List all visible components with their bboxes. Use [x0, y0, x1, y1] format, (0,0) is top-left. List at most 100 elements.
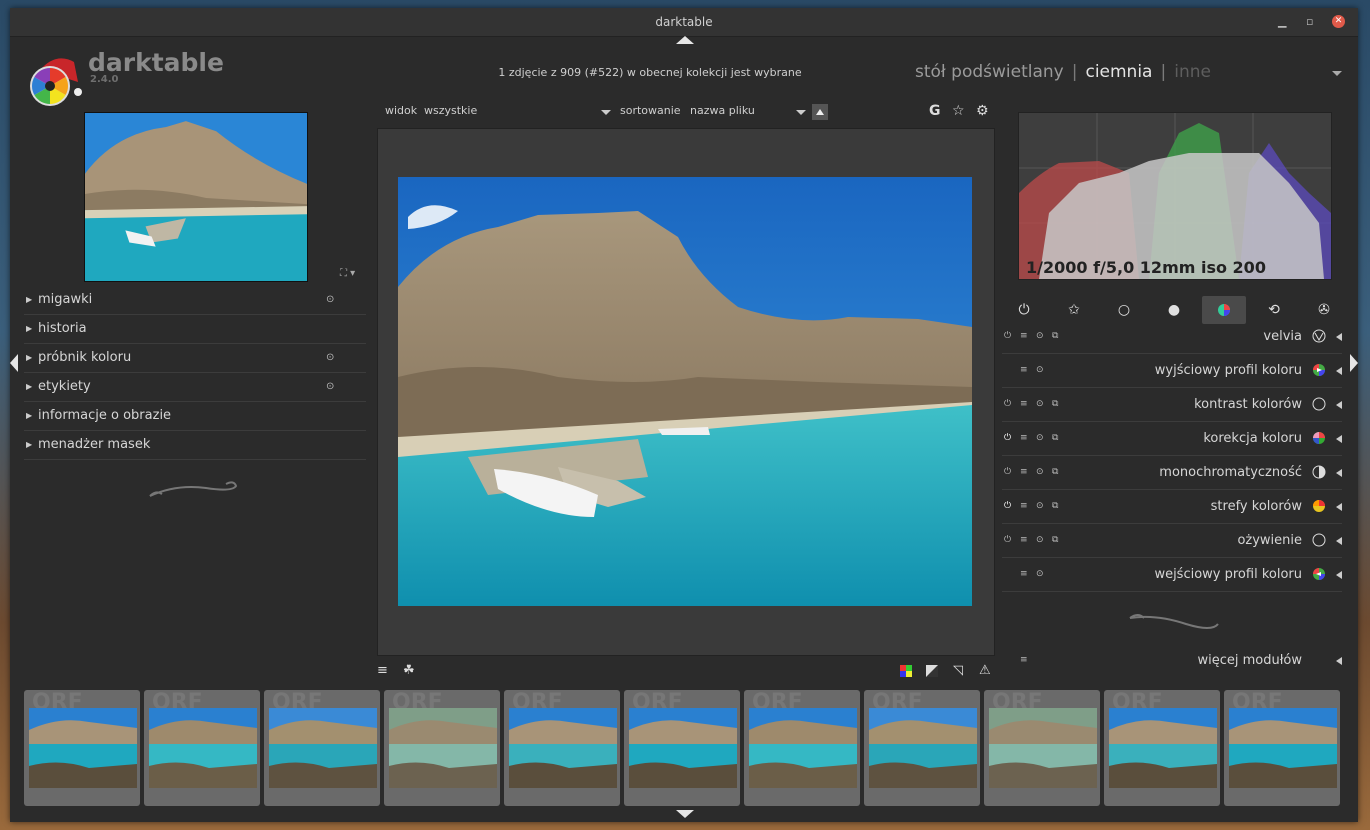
- module-input-color-profile[interactable]: ≡ ⊙ wejściowy profil koloru: [1002, 558, 1342, 592]
- reset-icon[interactable]: ⊙: [1036, 490, 1044, 523]
- multi-instance-icon[interactable]: ≡: [1020, 456, 1028, 489]
- expand-arrow-icon[interactable]: [1336, 503, 1342, 511]
- zoom-fit-icon[interactable]: ⛶ ▾: [340, 268, 355, 279]
- power-icon[interactable]: ⏻: [1004, 422, 1011, 455]
- expand-arrow-icon[interactable]: [1336, 657, 1342, 665]
- collapse-top-panel-icon[interactable]: [676, 36, 694, 44]
- reset-icon[interactable]: ⊙: [1036, 456, 1044, 489]
- more-modules[interactable]: ≡ więcej modułów: [1002, 644, 1342, 677]
- view-filter-dropdown-icon[interactable]: [601, 110, 611, 115]
- module-snapshots[interactable]: ▶ migawki ⊙: [24, 286, 366, 315]
- reset-icon[interactable]: ⊙: [1036, 422, 1044, 455]
- module-label: historia: [38, 321, 87, 336]
- power-icon[interactable]: ⏻: [1004, 456, 1011, 489]
- minimize-icon[interactable]: ▁: [1278, 8, 1286, 36]
- module-color-zones[interactable]: ⏻ ≡ ⊙ ⧉ strefy kolorów: [1002, 490, 1342, 524]
- power-icon[interactable]: ⏻: [1004, 490, 1011, 523]
- sort-dropdown-icon[interactable]: [796, 110, 806, 115]
- reset-icon[interactable]: ⊙: [1036, 354, 1044, 387]
- presets-icon[interactable]: ⧉: [1052, 490, 1058, 523]
- multi-instance-icon[interactable]: ≡: [1020, 354, 1028, 387]
- view-other[interactable]: inne: [1174, 62, 1211, 82]
- multi-instance-icon[interactable]: ≡: [1020, 388, 1028, 421]
- presets-icon[interactable]: ⊙: [326, 286, 334, 314]
- raw-overexposed-icon[interactable]: ⚠: [979, 663, 991, 678]
- main-image[interactable]: [398, 177, 972, 606]
- power-icon[interactable]: ⏻: [1004, 320, 1011, 353]
- more-modules-label: więcej modułów: [1197, 653, 1302, 668]
- module-tagging[interactable]: ▶ etykiety ⊙: [24, 373, 366, 402]
- views-dropdown-icon[interactable]: [1332, 71, 1342, 76]
- presets-icon[interactable]: ⧉: [1052, 320, 1058, 353]
- module-mask-manager[interactable]: ▶ menadżer masek: [24, 431, 366, 460]
- presets-menu-icon[interactable]: ≡: [377, 663, 388, 678]
- module-color-correction[interactable]: ⏻ ≡ ⊙ ⧉ korekcja koloru: [1002, 422, 1342, 456]
- module-monochrome[interactable]: ⏻ ≡ ⊙ ⧉ monochromatyczność: [1002, 456, 1342, 490]
- reset-icon[interactable]: ⊙: [1036, 524, 1044, 557]
- reset-icon[interactable]: ⊙: [1036, 320, 1044, 353]
- module-color-contrast[interactable]: ⏻ ≡ ⊙ ⧉ kontrast kolorów: [1002, 388, 1342, 422]
- view-lighttable[interactable]: stół podświetlany: [915, 62, 1064, 82]
- gamut-check-icon[interactable]: [900, 665, 912, 677]
- multi-instance-icon[interactable]: ≡: [1020, 644, 1028, 677]
- presets-icon[interactable]: ⊙: [326, 373, 334, 401]
- collapse-bottom-panel-icon[interactable]: [676, 810, 694, 818]
- module-history[interactable]: ▶ historia: [24, 315, 366, 344]
- expand-arrow-icon[interactable]: [1336, 333, 1342, 341]
- collapse-right-panel-icon[interactable]: [1350, 354, 1358, 372]
- filmstrip-thumbnail[interactable]: ORF: [984, 690, 1100, 806]
- gear-icon[interactable]: ⚙: [976, 103, 989, 119]
- filmstrip-thumbnail[interactable]: ORF: [1104, 690, 1220, 806]
- filmstrip-thumbnail[interactable]: ORF: [864, 690, 980, 806]
- thumbnail-image: [149, 708, 257, 788]
- filmstrip-thumbnail[interactable]: ORF: [144, 690, 260, 806]
- filmstrip-thumbnail[interactable]: ORF: [384, 690, 500, 806]
- expand-arrow-icon[interactable]: [1336, 435, 1342, 443]
- overexposed-icon[interactable]: ◹: [953, 663, 963, 678]
- module-output-color-profile[interactable]: ≡ ⊙ wyjściowy profil koloru: [1002, 354, 1342, 388]
- presets-icon[interactable]: ⧉: [1052, 388, 1058, 421]
- close-icon[interactable]: ✕: [1332, 15, 1345, 28]
- expand-arrow-icon[interactable]: [1336, 401, 1342, 409]
- multi-instance-icon[interactable]: ≡: [1020, 320, 1028, 353]
- star-icon[interactable]: ☆: [952, 103, 965, 119]
- reset-icon[interactable]: ⊙: [1036, 388, 1044, 421]
- sort-order-button[interactable]: [812, 104, 828, 120]
- filmstrip-thumbnail[interactable]: ORF: [504, 690, 620, 806]
- multi-instance-icon[interactable]: ≡: [1020, 558, 1028, 591]
- navigation-thumbnail[interactable]: [84, 112, 308, 282]
- filmstrip-thumbnail[interactable]: ORF: [624, 690, 740, 806]
- presets-icon[interactable]: ⧉: [1052, 422, 1058, 455]
- module-velvia[interactable]: ⏻ ≡ ⊙ ⧉ velvia: [1002, 320, 1342, 354]
- view-filter-value[interactable]: wszystkie: [424, 104, 477, 117]
- view-separator: |: [1160, 62, 1167, 82]
- collapse-left-panel-icon[interactable]: [10, 354, 18, 372]
- filmstrip-thumbnail[interactable]: ORF: [1224, 690, 1340, 806]
- sort-value[interactable]: nazwa pliku: [690, 104, 755, 117]
- module-image-information[interactable]: ▶ informacje o obrazie: [24, 402, 366, 431]
- expand-arrow-icon[interactable]: [1336, 537, 1342, 545]
- reset-icon[interactable]: ⊙: [1036, 558, 1044, 591]
- view-darkroom[interactable]: ciemnia: [1085, 62, 1152, 82]
- multi-instance-icon[interactable]: ≡: [1020, 524, 1028, 557]
- presets-icon[interactable]: ⧉: [1052, 456, 1058, 489]
- power-icon[interactable]: ⏻: [1004, 388, 1011, 421]
- expand-arrow-icon[interactable]: [1336, 469, 1342, 477]
- multi-instance-icon[interactable]: ≡: [1020, 490, 1028, 523]
- filmstrip-thumbnail[interactable]: ORF: [24, 690, 140, 806]
- module-vibrance[interactable]: ⏻ ≡ ⊙ ⧉ ożywienie: [1002, 524, 1342, 558]
- histogram[interactable]: [1018, 112, 1332, 280]
- power-icon[interactable]: ⏻: [1004, 524, 1011, 557]
- filmstrip-thumbnail[interactable]: ORF: [264, 690, 380, 806]
- styles-icon[interactable]: ☘: [403, 663, 415, 678]
- maximize-icon[interactable]: ▫: [1306, 8, 1313, 36]
- presets-icon[interactable]: ⊙: [326, 344, 334, 372]
- expand-arrow-icon[interactable]: [1336, 367, 1342, 375]
- grouping-icon[interactable]: G: [929, 103, 941, 119]
- softproof-icon[interactable]: [926, 665, 938, 677]
- presets-icon[interactable]: ⧉: [1052, 524, 1058, 557]
- expand-arrow-icon[interactable]: [1336, 571, 1342, 579]
- filmstrip-thumbnail[interactable]: ORF: [744, 690, 860, 806]
- multi-instance-icon[interactable]: ≡: [1020, 422, 1028, 455]
- module-color-picker[interactable]: ▶ próbnik koloru ⊙: [24, 344, 366, 373]
